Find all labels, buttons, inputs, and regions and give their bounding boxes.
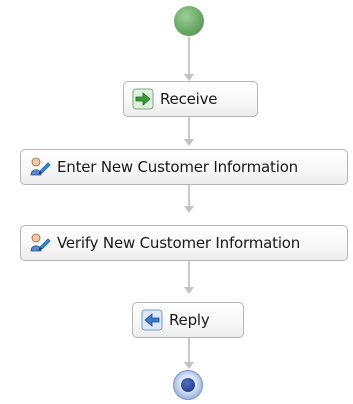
human-task-icon [30,157,51,176]
receive-arrow-icon [132,88,154,110]
end-event-icon[interactable] [173,370,203,400]
connector-start-receive [188,37,190,75]
activity-reply[interactable]: Reply [132,302,244,338]
connector-arrowhead [184,206,194,213]
connector-arrowhead [184,287,194,294]
reply-arrow-icon [141,309,163,331]
activity-receive[interactable]: Receive [123,81,258,117]
connector-receive-enter [188,117,190,140]
connector-arrowhead [184,139,194,146]
activity-label: Verify New Customer Information [57,234,301,252]
activity-label: Reply [169,311,210,329]
activity-verify-customer-info[interactable]: Verify New Customer Information [20,225,348,261]
activity-enter-customer-info[interactable]: Enter New Customer Information [20,149,348,185]
connector-arrowhead [184,362,194,369]
connector-reply-end [188,338,190,364]
end-event-core [181,378,195,392]
process-diagram: Receive Enter New Customer Information V… [0,0,353,404]
connector-verify-reply [188,261,190,288]
human-task-icon [30,233,51,252]
activity-label: Enter New Customer Information [57,158,298,176]
start-event-icon[interactable] [174,6,204,36]
activity-label: Receive [160,90,218,108]
connector-enter-verify [188,185,190,207]
connector-arrowhead [184,74,194,81]
